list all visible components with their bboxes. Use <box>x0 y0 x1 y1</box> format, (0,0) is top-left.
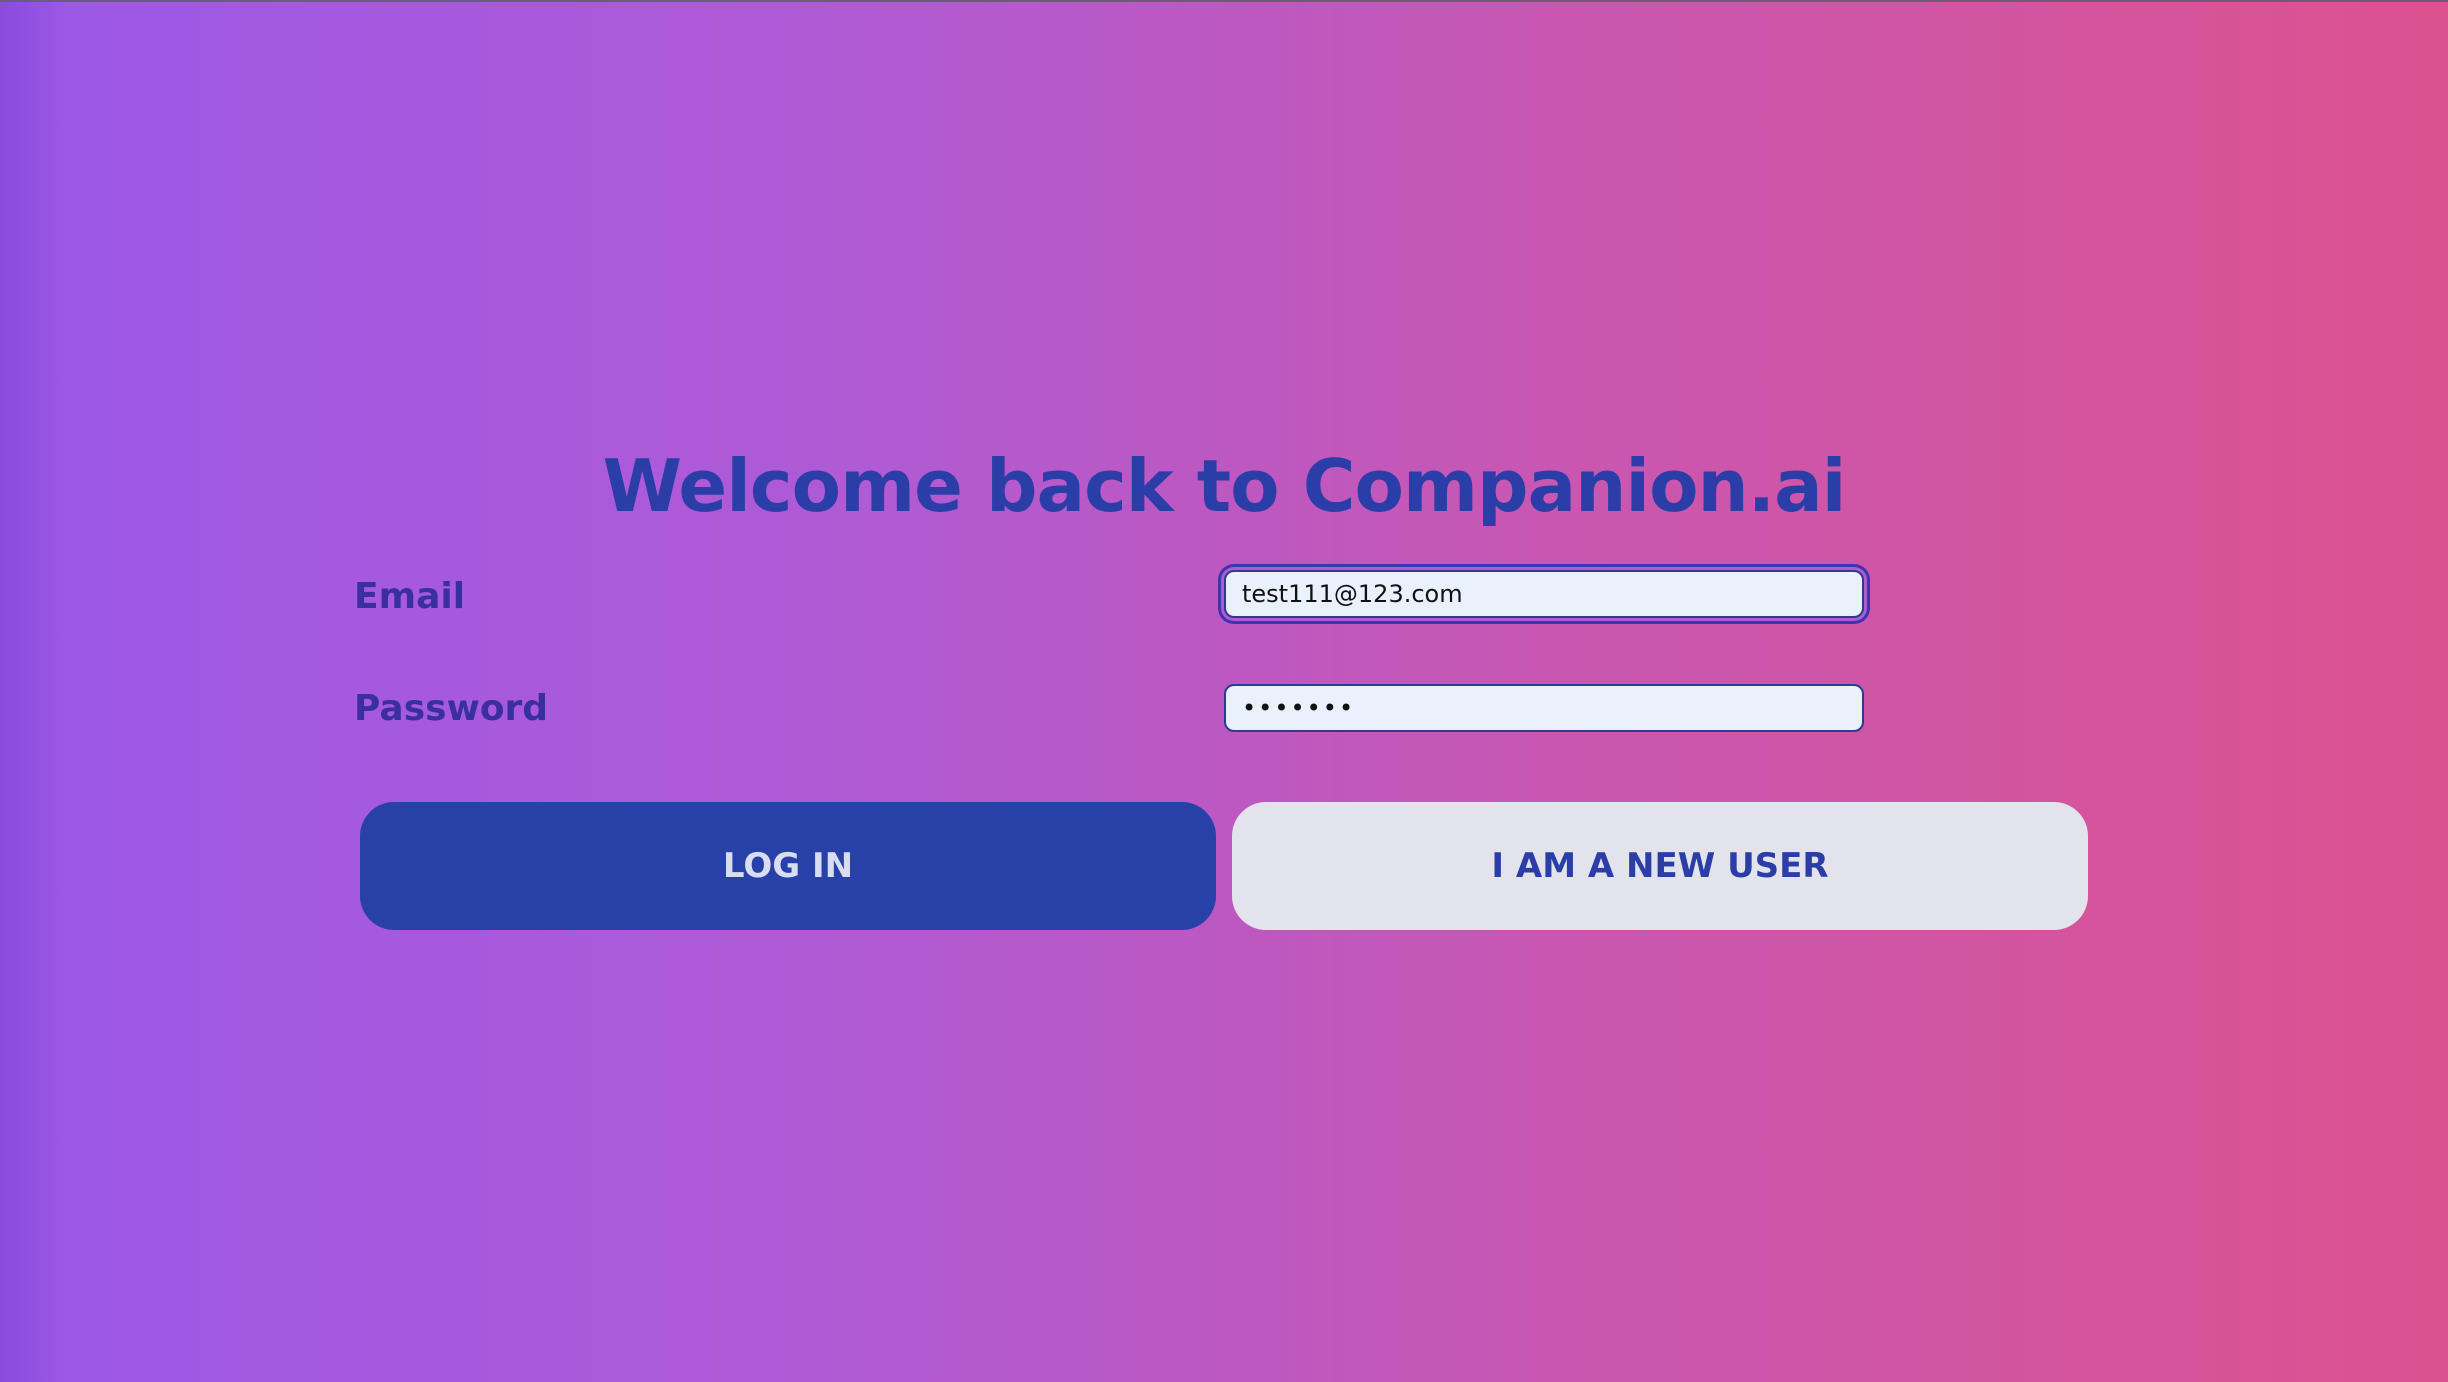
login-screen: Welcome back to Companion.ai Email Passw… <box>0 0 2448 1382</box>
email-label: Email <box>354 576 466 617</box>
password-field[interactable] <box>1224 684 1864 732</box>
page-title: Welcome back to Companion.ai <box>602 444 1847 528</box>
email-field[interactable] <box>1224 570 1864 618</box>
login-button[interactable]: LOG IN <box>360 802 1216 930</box>
password-label: Password <box>354 688 549 729</box>
new-user-button[interactable]: I AM A NEW USER <box>1232 802 2088 930</box>
